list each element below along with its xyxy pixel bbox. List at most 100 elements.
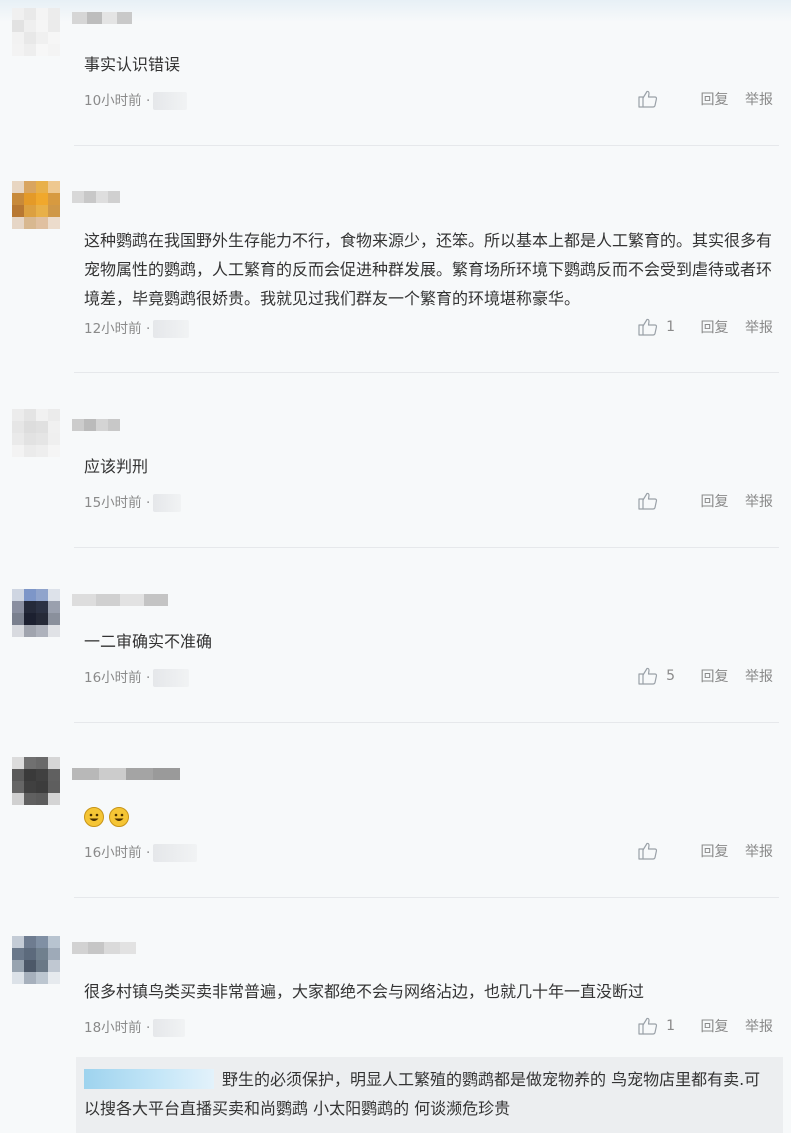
username[interactable] [72, 191, 120, 203]
avatar-pixel [12, 421, 24, 433]
username-pixel [96, 419, 108, 431]
avatar-pixel [48, 948, 60, 960]
reply-button[interactable]: 回复 [701, 1016, 729, 1036]
avatar-pixel [12, 936, 24, 948]
avatar[interactable] [12, 589, 60, 637]
avatar-pixel [48, 936, 60, 948]
avatar-pixel [24, 625, 36, 637]
avatar-pixel [36, 625, 48, 637]
username-pixel [96, 594, 120, 606]
avatar[interactable] [12, 8, 60, 56]
username-pixel [84, 419, 96, 431]
username-pixel [84, 191, 96, 203]
avatar-pixel [24, 421, 36, 433]
location-blurred [153, 320, 190, 338]
avatar-pixel [36, 613, 48, 625]
avatar-pixel [24, 8, 36, 20]
avatar-pixel [12, 409, 24, 421]
avatar[interactable] [12, 757, 60, 805]
comment-text: 事实认识错误 [84, 55, 181, 74]
avatar-pixel [36, 409, 48, 421]
timestamp: 18小时前 · [84, 1020, 151, 1036]
avatar-pixel [36, 433, 48, 445]
report-button[interactable]: 举报 [745, 89, 773, 109]
comment-meta: 16小时前 · [84, 666, 190, 687]
avatar-pixel [36, 445, 48, 457]
divider [74, 722, 779, 723]
report-button[interactable]: 举报 [745, 666, 773, 686]
thumbs-up-icon[interactable] [638, 90, 660, 108]
report-button[interactable]: 举报 [745, 841, 773, 861]
report-button[interactable]: 举报 [745, 1016, 773, 1036]
reply-button[interactable]: 回复 [701, 317, 729, 337]
divider [74, 547, 779, 548]
username[interactable] [72, 419, 120, 431]
comment-actions: 回复 举报 [638, 89, 773, 109]
avatar-pixel [36, 948, 48, 960]
avatar-pixel [12, 601, 24, 613]
location-blurred [153, 92, 188, 110]
thumbs-up-icon[interactable] [638, 1017, 660, 1035]
username-pixel [72, 12, 87, 24]
timestamp: 12小时前 · [84, 321, 151, 337]
avatar[interactable] [12, 936, 60, 984]
avatar-pixel [36, 960, 48, 972]
username[interactable] [72, 594, 168, 606]
username-pixel [72, 942, 88, 954]
avatar-pixel [12, 793, 24, 805]
username-pixel [120, 594, 144, 606]
avatar-pixel [48, 625, 60, 637]
avatar-pixel [12, 960, 24, 972]
grinning-face-emoji [109, 807, 129, 827]
avatar-pixel [36, 8, 48, 20]
avatar-pixel [48, 781, 60, 793]
avatar-pixel [12, 193, 24, 205]
report-button[interactable]: 举报 [745, 491, 773, 511]
username-pixel [117, 12, 132, 24]
reply-button[interactable]: 回复 [701, 666, 729, 686]
username-pixel [99, 768, 126, 780]
avatar-pixel [24, 769, 36, 781]
avatar-pixel [48, 445, 60, 457]
avatar-pixel [48, 181, 60, 193]
report-button[interactable]: 举报 [745, 317, 773, 337]
comment-actions: 回复 举报 [638, 491, 773, 511]
thumbs-up-icon[interactable] [638, 492, 660, 510]
username-pixel [144, 594, 168, 606]
username[interactable] [72, 12, 132, 24]
avatar-pixel [12, 20, 24, 32]
thumbs-up-icon[interactable] [638, 318, 660, 336]
avatar[interactable] [12, 181, 60, 229]
avatar[interactable] [12, 409, 60, 457]
thumbs-up-icon[interactable] [638, 667, 660, 685]
avatar-pixel [48, 205, 60, 217]
username-pixel [72, 768, 99, 780]
avatar-pixel [48, 601, 60, 613]
reply-button[interactable]: 回复 [701, 89, 729, 109]
avatar-pixel [12, 433, 24, 445]
avatar-pixel [24, 44, 36, 56]
username-pixel [108, 191, 120, 203]
username-pixel [72, 191, 84, 203]
reply-text: 野生的必须保护，明显人工繁殖的鹦鹉都是做宠物养的 鸟宠物店里都有卖.可以搜各大平… [84, 1070, 761, 1118]
comment-actions: 1 回复 举报 [638, 317, 773, 337]
avatar-pixel [36, 757, 48, 769]
thumbs-up-icon[interactable] [638, 842, 660, 860]
reply-button[interactable]: 回复 [701, 841, 729, 861]
reply-button[interactable]: 回复 [701, 491, 729, 511]
avatar-pixel [48, 769, 60, 781]
avatar-pixel [48, 409, 60, 421]
avatar-pixel [24, 193, 36, 205]
like-count: 1 [666, 1018, 676, 1034]
divider [74, 145, 779, 146]
username-pixel [104, 942, 120, 954]
avatar-pixel [24, 601, 36, 613]
username[interactable] [72, 768, 180, 780]
avatar-pixel [48, 44, 60, 56]
comment-actions: 1 回复 举报 [638, 1016, 773, 1036]
username[interactable] [72, 942, 136, 954]
avatar-pixel [24, 181, 36, 193]
avatar-pixel [24, 433, 36, 445]
avatar-pixel [24, 32, 36, 44]
avatar-pixel [36, 769, 48, 781]
